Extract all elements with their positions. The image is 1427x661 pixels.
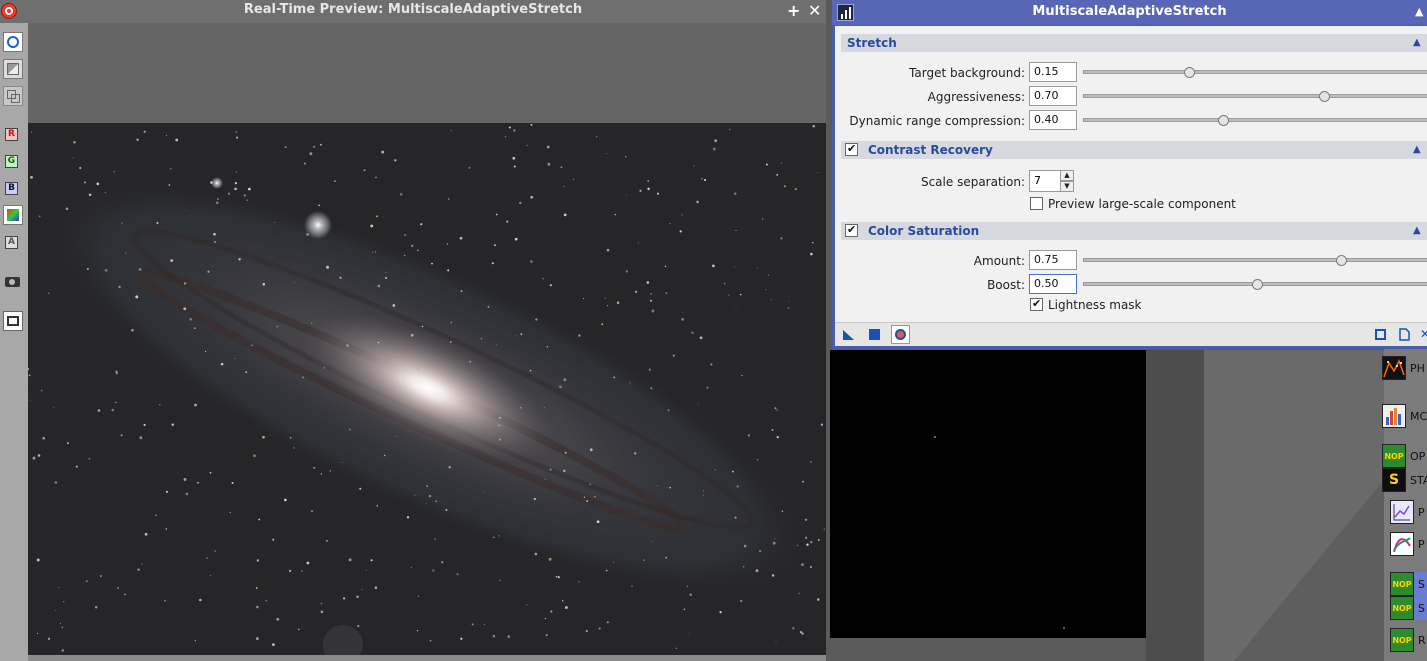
galaxy-preview-image[interactable] xyxy=(28,123,826,655)
process-icon-row[interactable]: NOP OP xyxy=(1382,444,1425,468)
collapse-icon[interactable]: ▲ xyxy=(1413,144,1427,155)
section-title: Color Saturation xyxy=(868,224,980,238)
amount-handle[interactable] xyxy=(1336,255,1347,266)
spin-down-icon[interactable]: ▼ xyxy=(1060,181,1074,192)
dialog-footer: ✕ xyxy=(835,322,1427,346)
section-title: Stretch xyxy=(847,36,897,50)
process-icon-row[interactable]: P xyxy=(1390,500,1425,524)
background-image-window xyxy=(830,350,1146,638)
workspace-background xyxy=(1146,350,1204,661)
process-dialog: MultiscaleAdaptiveStretch ▲ Stretch ▲ Ta… xyxy=(832,0,1427,349)
collapse-icon[interactable]: ▲ xyxy=(1413,37,1427,48)
process-label: PH xyxy=(1410,361,1425,375)
boost-field[interactable]: 0.50 xyxy=(1029,274,1077,294)
duplicate-icon[interactable] xyxy=(3,86,23,106)
shade-icon[interactable]: ▲ xyxy=(1415,5,1423,18)
scale-separation-spinbox[interactable]: 7 ▲ ▼ xyxy=(1029,170,1101,192)
workspace-background xyxy=(1204,350,1384,661)
target-background-slider[interactable] xyxy=(1083,70,1427,74)
histogram-icon xyxy=(1382,404,1406,428)
process-icon-row[interactable]: NOP S xyxy=(1390,572,1427,596)
nop-icon: NOP xyxy=(1382,444,1406,468)
real-time-preview-icon[interactable] xyxy=(891,325,910,344)
contrast-recovery-checkbox[interactable] xyxy=(845,142,858,156)
close-dialog-icon[interactable]: ✕ xyxy=(1420,327,1427,342)
drc-handle[interactable] xyxy=(1218,115,1229,126)
dialog-titlebar[interactable]: MultiscaleAdaptiveStretch ▲ xyxy=(832,0,1427,25)
new-instance-icon[interactable] xyxy=(841,327,856,342)
process-label: P xyxy=(1418,505,1425,519)
before-after-icon[interactable] xyxy=(3,59,23,79)
red-channel-icon[interactable]: R xyxy=(5,128,18,141)
preview-titlebar[interactable]: Real-Time Preview: MultiscaleAdaptiveStr… xyxy=(0,0,826,23)
real-time-toggle-icon[interactable] xyxy=(3,32,23,52)
script-icon: S xyxy=(1382,468,1406,492)
preview-window: Real-Time Preview: MultiscaleAdaptiveStr… xyxy=(0,0,826,661)
grid-chart-icon xyxy=(1390,500,1414,524)
rgb-channel-icon[interactable] xyxy=(3,205,23,225)
aggressiveness-handle[interactable] xyxy=(1319,91,1330,102)
drc-field[interactable]: 0.40 xyxy=(1029,110,1077,130)
process-label: S xyxy=(1418,577,1425,591)
section-contrast-recovery[interactable]: Contrast Recovery ▲ xyxy=(841,141,1427,159)
color-curve-icon xyxy=(1390,532,1414,556)
nop-icon: NOP xyxy=(1390,628,1414,652)
drc-label: Dynamic range compression: xyxy=(849,114,1025,128)
drc-slider[interactable] xyxy=(1083,118,1427,122)
maximize-icon[interactable]: + xyxy=(787,1,800,20)
process-label: S xyxy=(1418,601,1425,615)
section-stretch[interactable]: Stretch ▲ xyxy=(841,34,1427,52)
new-window-icon[interactable] xyxy=(3,311,23,331)
preview-toolbar: R G B A xyxy=(0,23,28,661)
preview-margin xyxy=(28,23,826,123)
process-icon-row[interactable]: P xyxy=(1390,532,1425,556)
process-icon-row[interactable]: NOP R xyxy=(1390,628,1426,652)
process-label: P xyxy=(1418,537,1425,551)
preview-large-scale-label[interactable]: Preview large-scale component xyxy=(1048,197,1236,211)
aggressiveness-slider[interactable] xyxy=(1083,94,1427,98)
preview-title: Real-Time Preview: MultiscaleAdaptiveStr… xyxy=(243,2,583,17)
process-icon-row[interactable]: PH xyxy=(1382,356,1425,380)
spin-up-icon[interactable]: ▲ xyxy=(1060,170,1074,181)
process-icon-row[interactable]: MC xyxy=(1382,404,1427,428)
section-title: Contrast Recovery xyxy=(868,143,993,157)
photometric-icon xyxy=(1382,356,1406,380)
dialog-title: MultiscaleAdaptiveStretch xyxy=(1032,4,1227,19)
alpha-channel-icon[interactable]: A xyxy=(5,236,18,249)
amount-slider[interactable] xyxy=(1083,258,1427,262)
process-label: MC xyxy=(1410,409,1427,423)
aggressiveness-label: Aggressiveness: xyxy=(927,90,1025,104)
close-icon[interactable]: ✕ xyxy=(808,1,821,20)
amount-field[interactable]: 0.75 xyxy=(1029,250,1077,270)
process-icon-row[interactable]: NOP S xyxy=(1390,596,1427,620)
scale-separation-label: Scale separation: xyxy=(920,175,1025,189)
green-channel-icon[interactable]: G xyxy=(5,155,18,168)
nop-icon: NOP xyxy=(1390,596,1414,620)
aggressiveness-field[interactable]: 0.70 xyxy=(1029,86,1077,106)
collapse-icon[interactable]: ▲ xyxy=(1413,225,1427,236)
blue-channel-icon[interactable]: B xyxy=(5,182,18,195)
camera-icon[interactable] xyxy=(3,272,23,292)
process-icon-row[interactable]: S STA xyxy=(1382,468,1427,492)
color-saturation-checkbox[interactable] xyxy=(845,223,858,237)
apply-global-icon[interactable] xyxy=(867,327,882,342)
amount-label: Amount: xyxy=(973,254,1025,268)
lightness-mask-label[interactable]: Lightness mask xyxy=(1048,298,1142,312)
target-background-field[interactable]: 0.15 xyxy=(1029,62,1077,82)
browse-documentation-icon[interactable] xyxy=(1397,327,1412,342)
process-label: R xyxy=(1418,633,1426,647)
boost-handle[interactable] xyxy=(1252,279,1263,290)
preview-large-scale-checkbox[interactable] xyxy=(1030,197,1043,210)
section-color-saturation[interactable]: Color Saturation ▲ xyxy=(841,222,1427,240)
target-background-label: Target background: xyxy=(909,66,1025,80)
reset-icon[interactable] xyxy=(1373,327,1388,342)
lightness-mask-checkbox[interactable] xyxy=(1030,297,1043,311)
nop-icon: NOP xyxy=(1390,572,1414,596)
process-label: OP xyxy=(1410,449,1426,463)
preview-statusbar xyxy=(28,655,826,661)
target-background-handle[interactable] xyxy=(1184,67,1195,78)
process-label: STA xyxy=(1410,473,1427,487)
boost-label: Boost: xyxy=(987,278,1025,292)
dialog-body: Stretch ▲ Target background: 0.15 Aggres… xyxy=(835,26,1427,346)
